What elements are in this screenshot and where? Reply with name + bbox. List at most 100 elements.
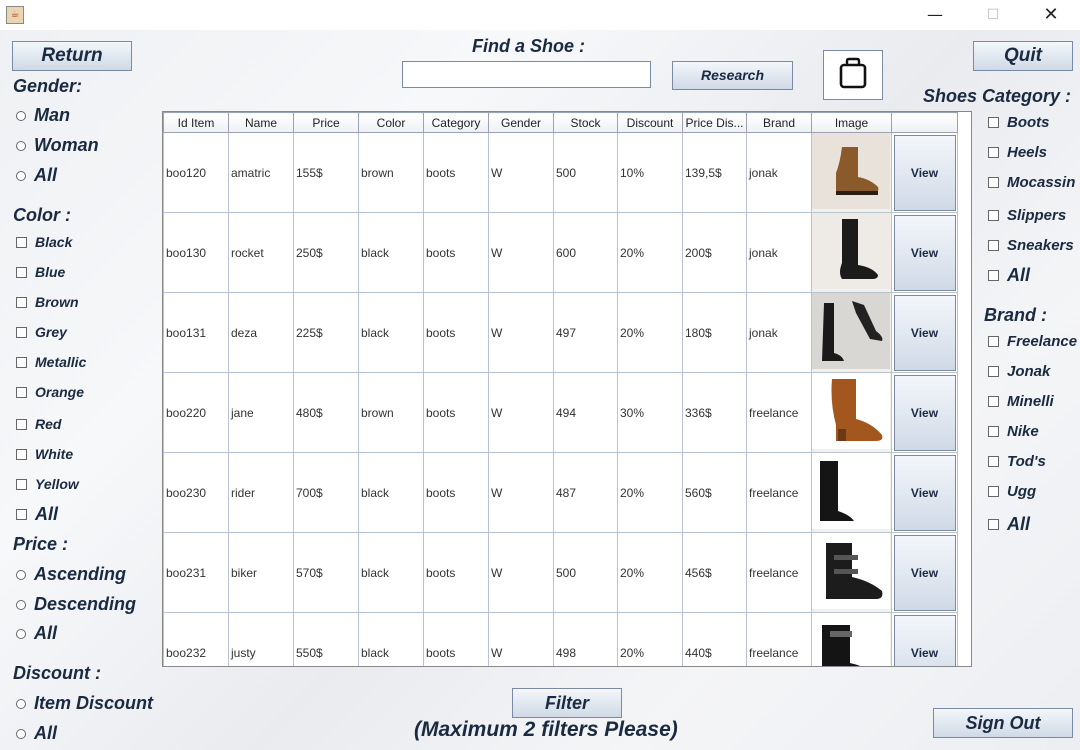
category-option-all[interactable]: All <box>988 265 1030 286</box>
color-option-all[interactable]: All <box>16 504 58 525</box>
table-row[interactable]: boo231 biker 570$ black boots W 500 20% 456$ free… <box>163 532 958 613</box>
color-option-red[interactable]: Red <box>16 416 61 432</box>
color-option-metallic[interactable]: Metallic <box>16 354 86 370</box>
view-button[interactable]: View <box>893 614 956 666</box>
cell-price: 480$ <box>293 372 359 453</box>
column-header-discount[interactable]: Discount <box>617 112 683 133</box>
column-header-price-discounted[interactable]: Price Dis... <box>682 112 747 133</box>
column-header-color[interactable]: Color <box>358 112 424 133</box>
color-option-brown[interactable]: Brown <box>16 294 79 310</box>
checkbox-icon <box>16 326 27 338</box>
radio-icon <box>16 569 26 580</box>
category-option-sneakers[interactable]: Sneakers <box>988 237 1074 254</box>
checkbox-icon <box>988 396 999 407</box>
cell-stock: 494 <box>553 372 618 453</box>
cell-discount: 20% <box>617 612 683 666</box>
cell-stock: 600 <box>553 212 618 293</box>
cell-stock: 498 <box>553 612 618 666</box>
column-header-image[interactable]: Image <box>811 112 892 133</box>
discount-title: Discount : <box>13 663 101 683</box>
cell-category: boots <box>423 532 489 613</box>
brand-option-all[interactable]: All <box>988 514 1030 535</box>
brand-option-jonak[interactable]: Jonak <box>988 363 1050 380</box>
cell-price: 250$ <box>293 212 359 293</box>
cell-price: 225$ <box>293 292 359 373</box>
column-header-id[interactable]: Id Item <box>163 112 229 133</box>
column-header-category[interactable]: Category <box>423 112 489 133</box>
table-row[interactable]: boo230 rider 700$ black boots W 487 20% 560$ free… <box>163 452 958 533</box>
shoe-image <box>811 532 892 613</box>
cell-color: black <box>358 452 424 533</box>
quit-button[interactable]: Quit <box>973 41 1073 71</box>
checkbox-icon <box>16 356 27 368</box>
cell-category: boots <box>423 292 489 373</box>
color-option-blue[interactable]: Blue <box>16 264 65 280</box>
filter-button[interactable]: Filter <box>512 688 622 718</box>
view-button[interactable]: View <box>893 294 956 371</box>
category-option-mocassin[interactable]: Mocassin <box>988 174 1075 191</box>
cell-category: boots <box>423 212 489 293</box>
discount-option-item[interactable]: Item Discount <box>16 693 153 714</box>
cell-name: biker <box>228 532 294 613</box>
color-option-white[interactable]: White <box>16 446 73 462</box>
close-button[interactable]: ✕ <box>1036 4 1066 26</box>
cell-id: boo130 <box>163 212 229 293</box>
cell-brand: jonak <box>746 132 812 213</box>
brand-option-tods[interactable]: Tod's <box>988 453 1046 470</box>
column-header-action[interactable] <box>891 112 958 133</box>
price-option-all[interactable]: All <box>16 623 57 644</box>
gender-option-all[interactable]: All <box>16 165 57 186</box>
cell-brand: jonak <box>746 292 812 373</box>
table-row[interactable]: boo130 rocket 250$ black boots W 600 20% 200$ jon… <box>163 212 958 293</box>
checkbox-icon <box>16 266 27 278</box>
research-button[interactable]: Research <box>672 61 793 90</box>
view-button[interactable]: View <box>893 534 956 611</box>
category-option-heels[interactable]: Heels <box>988 144 1047 161</box>
radio-icon <box>16 728 26 739</box>
cell-name: rider <box>228 452 294 533</box>
cell-color: black <box>358 532 424 613</box>
cell-gender: W <box>488 292 554 373</box>
maximize-button[interactable]: ☐ <box>978 4 1008 26</box>
discount-option-all[interactable]: All <box>16 723 57 744</box>
color-option-orange[interactable]: Orange <box>16 384 84 400</box>
table-row[interactable]: boo232 justy 550$ black boots W 498 20% 440$ free… <box>163 612 958 666</box>
brand-option-freelance[interactable]: Freelance <box>988 333 1077 350</box>
gender-option-woman[interactable]: Woman <box>16 135 99 156</box>
price-option-descending[interactable]: Descending <box>16 594 136 615</box>
column-header-brand[interactable]: Brand <box>746 112 812 133</box>
shoes-category-title: Shoes Category : <box>923 86 1072 106</box>
checkbox-icon <box>988 240 999 251</box>
price-option-ascending[interactable]: Ascending <box>16 564 126 585</box>
brand-option-ugg[interactable]: Ugg <box>988 483 1036 500</box>
view-button[interactable]: View <box>893 374 956 451</box>
color-option-black[interactable]: Black <box>16 234 72 250</box>
table-row[interactable]: boo220 jane 480$ brown boots W 494 30% 336$ freel… <box>163 372 958 453</box>
checkbox-icon <box>988 336 999 347</box>
table-row[interactable]: boo131 deza 225$ black boots W 497 20% 180$ jonak… <box>163 292 958 373</box>
color-option-grey[interactable]: Grey <box>16 324 67 340</box>
table-row[interactable]: boo120 amatric 155$ brown boots W 500 10% 139,5$… <box>163 132 958 213</box>
view-button[interactable]: View <box>893 134 956 211</box>
color-option-yellow[interactable]: Yellow <box>16 476 79 492</box>
column-header-price[interactable]: Price <box>293 112 359 133</box>
checkbox-icon <box>16 509 27 520</box>
sign-out-button[interactable]: Sign Out <box>933 708 1073 738</box>
view-button[interactable]: View <box>893 214 956 291</box>
column-header-gender[interactable]: Gender <box>488 112 554 133</box>
brand-option-minelli[interactable]: Minelli <box>988 393 1054 410</box>
brand-option-nike[interactable]: Nike <box>988 423 1039 440</box>
cell-id: boo120 <box>163 132 229 213</box>
minimize-button[interactable]: — <box>920 4 950 26</box>
return-button[interactable]: Return <box>12 41 132 71</box>
gender-option-man[interactable]: Man <box>16 105 70 126</box>
checkbox-icon <box>988 426 999 437</box>
column-header-name[interactable]: Name <box>228 112 294 133</box>
category-option-boots[interactable]: Boots <box>988 114 1050 131</box>
search-input[interactable] <box>402 61 651 88</box>
cell-price-discounted: 456$ <box>682 532 747 613</box>
category-option-slippers[interactable]: Slippers <box>988 207 1066 224</box>
cart-button[interactable] <box>823 50 883 100</box>
column-header-stock[interactable]: Stock <box>553 112 618 133</box>
view-button[interactable]: View <box>893 454 956 531</box>
